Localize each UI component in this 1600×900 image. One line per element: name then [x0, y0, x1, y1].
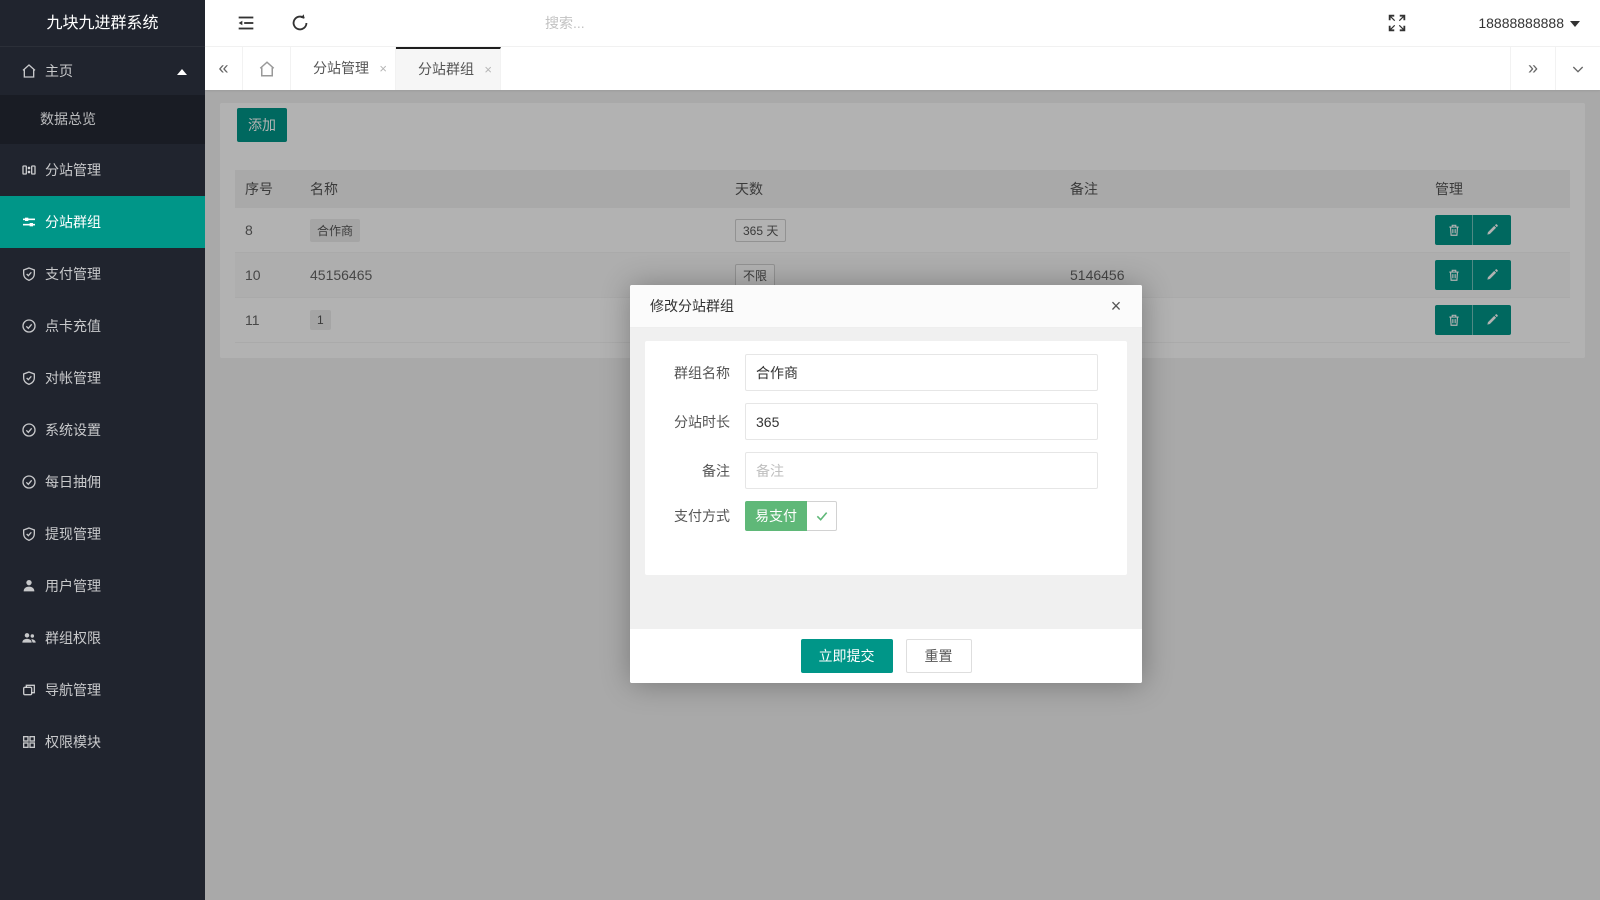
note-input[interactable]: [745, 452, 1098, 489]
refresh-icon[interactable]: [289, 12, 313, 36]
close-tab-icon[interactable]: ×: [484, 49, 492, 90]
edit-site-group-modal: 修改分站群组 × 群组名称 分站时长 备注 支付方式 易支付: [630, 285, 1142, 683]
sidebar-item-withdrawal[interactable]: 提现管理: [0, 508, 205, 560]
checkmark-icon: [807, 501, 837, 531]
home-icon: [21, 63, 37, 79]
top-header: 18888888888: [205, 0, 1600, 47]
tab-bar-right-controls: »: [1510, 47, 1600, 90]
page: 九块九进群系统 主页 数据总览 分站管理 分站群组: [0, 0, 1600, 900]
sidebar-item-label: 主页: [45, 61, 73, 81]
sidebar-item-home[interactable]: 主页: [0, 47, 205, 95]
fullscreen-icon[interactable]: [1386, 12, 1410, 36]
circle-check-icon: [21, 422, 37, 438]
sidebar-item-label: 系统设置: [45, 420, 101, 440]
modal-title: 修改分站群组: [630, 285, 1142, 328]
tabs-scroll-right-button[interactable]: »: [1510, 47, 1555, 90]
sidebar-item-permission-module[interactable]: 权限模块: [0, 716, 205, 768]
duration-input[interactable]: [745, 403, 1098, 440]
chevron-down-icon: [1570, 61, 1586, 77]
sidebar-item-system-settings[interactable]: 系统设置: [0, 404, 205, 456]
sidebar-item-label: 数据总览: [40, 111, 96, 127]
sidebar-item-label: 提现管理: [45, 524, 101, 544]
sidebar-item-payment[interactable]: 支付管理: [0, 248, 205, 300]
sidebar-item-site-group[interactable]: 分站群组: [0, 196, 205, 248]
sidebar-item-label: 点卡充值: [45, 316, 101, 336]
sidebar-item-daily-commission[interactable]: 每日抽佣: [0, 456, 205, 508]
form-row-group-name: 群组名称: [645, 354, 1127, 391]
tabs-scroll-left-button[interactable]: «: [205, 47, 243, 90]
user-menu[interactable]: 18888888888: [1478, 0, 1580, 47]
sidebar-item-users[interactable]: 用户管理: [0, 560, 205, 612]
sidebar-item-label: 每日抽佣: [45, 472, 101, 492]
tab-options-button[interactable]: [1555, 47, 1600, 90]
sidebar-item-label: 分站管理: [45, 160, 101, 180]
tab-site-manage[interactable]: 分站管理 ×: [291, 47, 396, 90]
chevrons-right-icon: »: [1528, 58, 1538, 79]
sliders-icon: [21, 214, 37, 230]
tab-label: 分站群组: [418, 61, 474, 77]
sidebar-item-label: 导航管理: [45, 680, 101, 700]
payment-checkbox[interactable]: 易支付: [745, 501, 837, 531]
sidebar-item-label: 群组权限: [45, 628, 101, 648]
sidebar-item-label: 支付管理: [45, 264, 101, 284]
users-icon: [21, 630, 37, 646]
chevrons-left-icon: «: [218, 58, 228, 78]
sidebar: 九块九进群系统 主页 数据总览 分站管理 分站群组: [0, 0, 205, 900]
collapse-sidebar-icon[interactable]: [235, 12, 259, 36]
tab-label: 分站管理: [313, 60, 369, 76]
submit-button[interactable]: 立即提交: [801, 639, 893, 673]
shield-check-icon: [21, 526, 37, 542]
sidebar-item-group-permission[interactable]: 群组权限: [0, 612, 205, 664]
user-icon: [21, 578, 37, 594]
navigation-icon: [21, 682, 37, 698]
tab-home[interactable]: [243, 47, 291, 90]
payment-label: 支付方式: [645, 506, 745, 526]
form-row-payment: 支付方式 易支付: [645, 501, 1127, 531]
modal-footer: 立即提交 重置: [630, 628, 1142, 683]
sidebar-item-site-manage[interactable]: 分站管理: [0, 144, 205, 196]
circle-check-icon: [21, 318, 37, 334]
modules-grid-icon: [21, 734, 37, 750]
sidebar-item-label: 用户管理: [45, 576, 101, 596]
form-row-note: 备注: [645, 452, 1127, 489]
duration-label: 分站时长: [645, 412, 745, 432]
tab-bar: « 分站管理 × 分站群组 × »: [205, 47, 1600, 90]
shield-check-icon: [21, 266, 37, 282]
payment-option-label: 易支付: [745, 501, 807, 531]
sidebar-item-card-recharge[interactable]: 点卡充值: [0, 300, 205, 352]
note-label: 备注: [645, 461, 745, 481]
sidebar-item-label: 权限模块: [45, 732, 101, 752]
user-phone: 18888888888: [1478, 15, 1564, 31]
tab-site-group[interactable]: 分站群组 ×: [396, 47, 501, 90]
site-icon: [21, 162, 37, 178]
group-name-label: 群组名称: [645, 363, 745, 383]
close-tab-icon[interactable]: ×: [379, 47, 387, 90]
search-input[interactable]: [545, 8, 865, 38]
modal-form: 群组名称 分站时长 备注 支付方式 易支付: [645, 341, 1127, 575]
reset-button[interactable]: 重置: [906, 639, 972, 673]
form-row-duration: 分站时长: [645, 403, 1127, 440]
sidebar-item-reconcile[interactable]: 对帐管理: [0, 352, 205, 404]
group-name-input[interactable]: [745, 354, 1098, 391]
home-icon: [258, 60, 276, 78]
sidebar-item-nav-manage[interactable]: 导航管理: [0, 664, 205, 716]
shield-check-icon: [21, 370, 37, 386]
close-modal-icon[interactable]: ×: [1105, 295, 1127, 317]
sidebar-item-data-overview[interactable]: 数据总览: [0, 95, 205, 144]
circle-check-icon: [21, 474, 37, 490]
caret-down-icon: [1570, 21, 1580, 27]
app-title: 九块九进群系统: [0, 0, 205, 47]
search-box: [545, 8, 865, 38]
caret-up-icon: [177, 69, 187, 75]
sidebar-item-label: 对帐管理: [45, 368, 101, 388]
sidebar-item-label: 分站群组: [45, 212, 101, 232]
